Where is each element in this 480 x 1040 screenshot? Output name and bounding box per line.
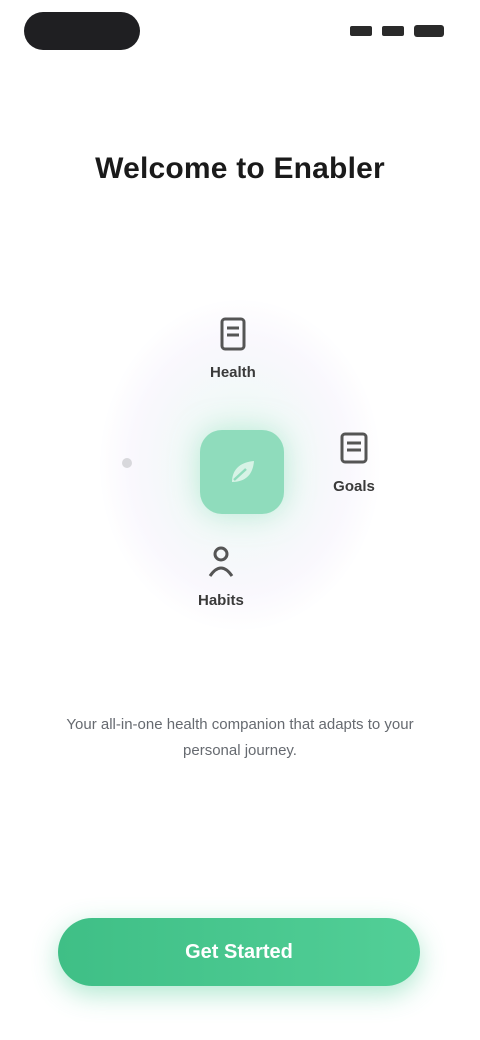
node-dot bbox=[122, 458, 132, 468]
list-icon bbox=[332, 426, 376, 470]
node-label: Goals bbox=[333, 478, 375, 495]
leaf-icon bbox=[232, 461, 254, 482]
person-icon bbox=[199, 540, 243, 584]
center-node bbox=[200, 430, 284, 514]
feature-diagram: Health Goals Habits bbox=[60, 290, 420, 670]
document-icon bbox=[211, 312, 255, 356]
page-title: Welcome to Enabler bbox=[95, 152, 385, 185]
node-label: Habits bbox=[198, 592, 244, 609]
status-icons bbox=[350, 24, 444, 38]
description-text: Your all-in-one health companion that ad… bbox=[66, 716, 414, 759]
wifi-icon bbox=[382, 26, 404, 36]
dynamic-island bbox=[24, 12, 140, 50]
battery-icon bbox=[414, 25, 444, 37]
node-goals: Goals bbox=[332, 426, 376, 495]
welcome-screen: Welcome to Enabler Health Goals Habits Y… bbox=[0, 0, 480, 1040]
signal-icon bbox=[350, 26, 372, 36]
node-health: Health bbox=[210, 312, 256, 381]
get-started-button[interactable]: Get Started bbox=[58, 918, 420, 986]
node-habits: Habits bbox=[198, 540, 244, 609]
node-label: Health bbox=[210, 364, 256, 381]
